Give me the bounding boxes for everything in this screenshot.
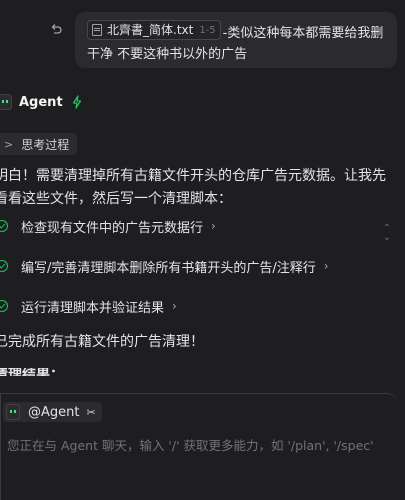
scroll-handle-icon[interactable]: ⌃ ⌄	[379, 224, 395, 243]
tools-icon[interactable]: ✂	[86, 406, 95, 419]
check-circle-icon	[0, 300, 8, 312]
agent-header: Agent	[0, 90, 83, 114]
step-item[interactable]: 运行清理脚本并验证结果 ›	[0, 294, 177, 318]
file-reference-chip[interactable]: 北齊書_简体.txt 1-5	[87, 20, 221, 40]
step-label: 检查现有文件中的广告元数据行	[21, 220, 204, 236]
chevron-right-icon: ›	[323, 259, 329, 273]
chat-composer: @Agent ✂ 您正在与 Agent 聊天，输入 '/' 获取更多能力，如 '…	[0, 393, 397, 500]
check-circle-icon	[0, 260, 8, 272]
file-line-range: 1-5	[199, 24, 216, 36]
thinking-process-toggle[interactable]: > 思考过程	[0, 133, 78, 155]
step-item[interactable]: 编写/完善清理脚本删除所有书籍开头的广告/注释行 ›	[0, 254, 329, 278]
step-label: 编写/完善清理脚本删除所有书籍开头的广告/注释行	[21, 260, 316, 276]
step-item[interactable]: 检查现有文件中的广告元数据行 ›	[0, 214, 216, 238]
result-heading: 清理结果：	[0, 368, 64, 376]
thinking-label: 思考过程	[21, 137, 70, 152]
agent-avatar-icon	[6, 404, 20, 420]
step-label: 运行清理脚本并验证结果	[21, 300, 165, 316]
file-name: 北齊書_简体.txt	[107, 22, 194, 37]
agent-avatar-icon	[0, 94, 12, 110]
chat-input[interactable]: 您正在与 Agent 聊天，输入 '/' 获取更多能力，如 '/plan', '…	[7, 436, 387, 455]
check-circle-icon	[0, 220, 8, 232]
completion-text: 已完成所有古籍文件的广告清理！	[0, 334, 204, 350]
file-icon	[92, 24, 102, 36]
agent-mode-selector[interactable]: @Agent ✂	[3, 402, 102, 422]
chevron-right-icon: ›	[211, 219, 216, 233]
undo-icon[interactable]	[48, 22, 64, 38]
chevron-right-icon: ›	[172, 299, 177, 313]
user-message-bubble: 北齊書_简体.txt 1-5 -类似这种每本都需要给我删干净 不要这种书以外的广…	[75, 12, 397, 68]
lightning-icon	[72, 95, 81, 109]
agent-mode-label: @Agent	[28, 404, 80, 420]
chevron-right-icon: >	[4, 137, 14, 151]
agent-name: Agent	[19, 94, 63, 110]
agent-intro-text: 明白！需要清理掉所有古籍文件开头的仓库广告元数据。让我先看看这些文件，然后写一个…	[0, 168, 386, 207]
